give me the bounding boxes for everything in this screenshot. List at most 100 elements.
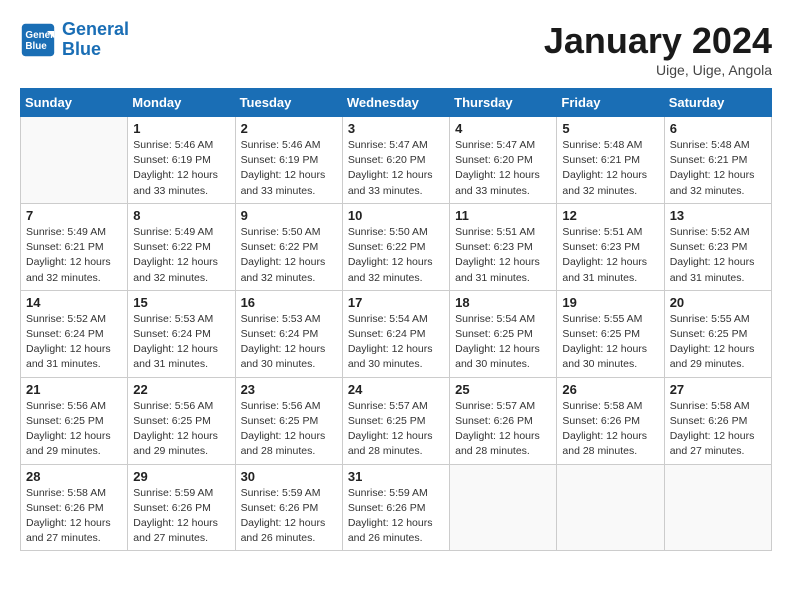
calendar-cell: 21 Sunrise: 5:56 AMSunset: 6:25 PMDayligh…	[21, 377, 128, 464]
calendar-cell	[450, 464, 557, 551]
calendar-cell	[664, 464, 771, 551]
day-number: 22	[133, 382, 229, 397]
day-info: Sunrise: 5:59 AMSunset: 6:26 PMDaylight:…	[241, 486, 337, 547]
day-number: 13	[670, 208, 766, 223]
day-number: 23	[241, 382, 337, 397]
day-number: 10	[348, 208, 444, 223]
day-info: Sunrise: 5:50 AMSunset: 6:22 PMDaylight:…	[348, 225, 444, 286]
day-info: Sunrise: 5:59 AMSunset: 6:26 PMDaylight:…	[348, 486, 444, 547]
calendar-cell: 11Sunrise: 5:51 AMSunset: 6:23 PMDayligh…	[450, 203, 557, 290]
calendar-cell: 4 Sunrise: 5:47 AMSunset: 6:20 PMDaylight…	[450, 117, 557, 204]
day-info: Sunrise: 5:55 AMSunset: 6:25 PMDaylight:…	[562, 312, 658, 373]
calendar-cell: 13 Sunrise: 5:52 AMSunset: 6:23 PMDayligh…	[664, 203, 771, 290]
calendar-cell: 19 Sunrise: 5:55 AMSunset: 6:25 PMDayligh…	[557, 290, 664, 377]
day-number: 7	[26, 208, 122, 223]
day-info: Sunrise: 5:52 AMSunset: 6:23 PMDaylight:…	[670, 225, 766, 286]
day-info: Sunrise: 5:47 AMSunset: 6:20 PMDaylight:…	[348, 138, 444, 199]
calendar-cell: 8Sunrise: 5:49 AMSunset: 6:22 PMDaylight…	[128, 203, 235, 290]
day-number: 1	[133, 121, 229, 136]
day-number: 18	[455, 295, 551, 310]
day-number: 25	[455, 382, 551, 397]
calendar-cell: 26 Sunrise: 5:58 AMSunset: 6:26 PMDayligh…	[557, 377, 664, 464]
day-number: 30	[241, 469, 337, 484]
column-header-sunday: Sunday	[21, 89, 128, 117]
day-info: Sunrise: 5:56 AMSunset: 6:25 PMDaylight:…	[26, 399, 122, 460]
day-info: Sunrise: 5:47 AMSunset: 6:20 PMDaylight:…	[455, 138, 551, 199]
day-number: 26	[562, 382, 658, 397]
day-number: 9	[241, 208, 337, 223]
month-title: January 2024	[544, 20, 772, 62]
calendar-cell: 25 Sunrise: 5:57 AMSunset: 6:26 PMDayligh…	[450, 377, 557, 464]
day-info: Sunrise: 5:46 AMSunset: 6:19 PMDaylight:…	[241, 138, 337, 199]
calendar-table: SundayMondayTuesdayWednesdayThursdayFrid…	[20, 88, 772, 551]
day-number: 3	[348, 121, 444, 136]
calendar-cell: 5Sunrise: 5:48 AMSunset: 6:21 PMDaylight…	[557, 117, 664, 204]
day-number: 21	[26, 382, 122, 397]
day-info: Sunrise: 5:55 AMSunset: 6:25 PMDaylight:…	[670, 312, 766, 373]
calendar-cell: 31 Sunrise: 5:59 AMSunset: 6:26 PMDayligh…	[342, 464, 449, 551]
day-number: 19	[562, 295, 658, 310]
calendar-cell: 29Sunrise: 5:59 AMSunset: 6:26 PMDayligh…	[128, 464, 235, 551]
week-row-3: 14 Sunrise: 5:52 AMSunset: 6:24 PMDayligh…	[21, 290, 772, 377]
day-number: 2	[241, 121, 337, 136]
calendar-cell: 3 Sunrise: 5:47 AMSunset: 6:20 PMDaylight…	[342, 117, 449, 204]
calendar-cell: 16 Sunrise: 5:53 AMSunset: 6:24 PMDayligh…	[235, 290, 342, 377]
day-info: Sunrise: 5:54 AMSunset: 6:25 PMDaylight:…	[455, 312, 551, 373]
calendar-cell: 6Sunrise: 5:48 AMSunset: 6:21 PMDaylight…	[664, 117, 771, 204]
day-info: Sunrise: 5:58 AMSunset: 6:26 PMDaylight:…	[562, 399, 658, 460]
logo-icon: General Blue	[20, 22, 56, 58]
day-info: Sunrise: 5:58 AMSunset: 6:26 PMDaylight:…	[26, 486, 122, 547]
day-info: Sunrise: 5:56 AMSunset: 6:25 PMDaylight:…	[241, 399, 337, 460]
svg-text:Blue: Blue	[25, 41, 47, 52]
calendar-cell: 23 Sunrise: 5:56 AMSunset: 6:25 PMDayligh…	[235, 377, 342, 464]
day-info: Sunrise: 5:50 AMSunset: 6:22 PMDaylight:…	[241, 225, 337, 286]
day-number: 16	[241, 295, 337, 310]
column-header-tuesday: Tuesday	[235, 89, 342, 117]
calendar-cell	[557, 464, 664, 551]
header-row: SundayMondayTuesdayWednesdayThursdayFrid…	[21, 89, 772, 117]
day-number: 31	[348, 469, 444, 484]
calendar-cell: 22Sunrise: 5:56 AMSunset: 6:25 PMDayligh…	[128, 377, 235, 464]
day-number: 6	[670, 121, 766, 136]
calendar-cell: 24Sunrise: 5:57 AMSunset: 6:25 PMDayligh…	[342, 377, 449, 464]
calendar-cell	[21, 117, 128, 204]
day-info: Sunrise: 5:49 AMSunset: 6:21 PMDaylight:…	[26, 225, 122, 286]
column-header-wednesday: Wednesday	[342, 89, 449, 117]
day-number: 29	[133, 469, 229, 484]
week-row-2: 7 Sunrise: 5:49 AMSunset: 6:21 PMDaylight…	[21, 203, 772, 290]
day-number: 20	[670, 295, 766, 310]
column-header-thursday: Thursday	[450, 89, 557, 117]
week-row-4: 21 Sunrise: 5:56 AMSunset: 6:25 PMDayligh…	[21, 377, 772, 464]
day-number: 14	[26, 295, 122, 310]
day-number: 15	[133, 295, 229, 310]
location-subtitle: Uige, Uige, Angola	[544, 62, 772, 78]
day-number: 11	[455, 208, 551, 223]
day-info: Sunrise: 5:51 AMSunset: 6:23 PMDaylight:…	[562, 225, 658, 286]
day-number: 28	[26, 469, 122, 484]
day-info: Sunrise: 5:57 AMSunset: 6:26 PMDaylight:…	[455, 399, 551, 460]
day-info: Sunrise: 5:53 AMSunset: 6:24 PMDaylight:…	[133, 312, 229, 373]
day-info: Sunrise: 5:46 AMSunset: 6:19 PMDaylight:…	[133, 138, 229, 199]
calendar-cell: 18 Sunrise: 5:54 AMSunset: 6:25 PMDayligh…	[450, 290, 557, 377]
calendar-cell: 1 Sunrise: 5:46 AMSunset: 6:19 PMDaylight…	[128, 117, 235, 204]
day-info: Sunrise: 5:57 AMSunset: 6:25 PMDaylight:…	[348, 399, 444, 460]
day-number: 17	[348, 295, 444, 310]
calendar-cell: 27Sunrise: 5:58 AMSunset: 6:26 PMDayligh…	[664, 377, 771, 464]
day-number: 4	[455, 121, 551, 136]
column-header-saturday: Saturday	[664, 89, 771, 117]
calendar-cell: 12 Sunrise: 5:51 AMSunset: 6:23 PMDayligh…	[557, 203, 664, 290]
day-info: Sunrise: 5:52 AMSunset: 6:24 PMDaylight:…	[26, 312, 122, 373]
week-row-5: 28 Sunrise: 5:58 AMSunset: 6:26 PMDayligh…	[21, 464, 772, 551]
calendar-cell: 30 Sunrise: 5:59 AMSunset: 6:26 PMDayligh…	[235, 464, 342, 551]
day-info: Sunrise: 5:49 AMSunset: 6:22 PMDaylight:…	[133, 225, 229, 286]
calendar-cell: 9 Sunrise: 5:50 AMSunset: 6:22 PMDaylight…	[235, 203, 342, 290]
calendar-cell: 14 Sunrise: 5:52 AMSunset: 6:24 PMDayligh…	[21, 290, 128, 377]
column-header-monday: Monday	[128, 89, 235, 117]
day-info: Sunrise: 5:53 AMSunset: 6:24 PMDaylight:…	[241, 312, 337, 373]
logo-text: General Blue	[62, 20, 129, 60]
calendar-cell: 17 Sunrise: 5:54 AMSunset: 6:24 PMDayligh…	[342, 290, 449, 377]
calendar-cell: 28 Sunrise: 5:58 AMSunset: 6:26 PMDayligh…	[21, 464, 128, 551]
week-row-1: 1 Sunrise: 5:46 AMSunset: 6:19 PMDaylight…	[21, 117, 772, 204]
day-number: 12	[562, 208, 658, 223]
day-info: Sunrise: 5:54 AMSunset: 6:24 PMDaylight:…	[348, 312, 444, 373]
